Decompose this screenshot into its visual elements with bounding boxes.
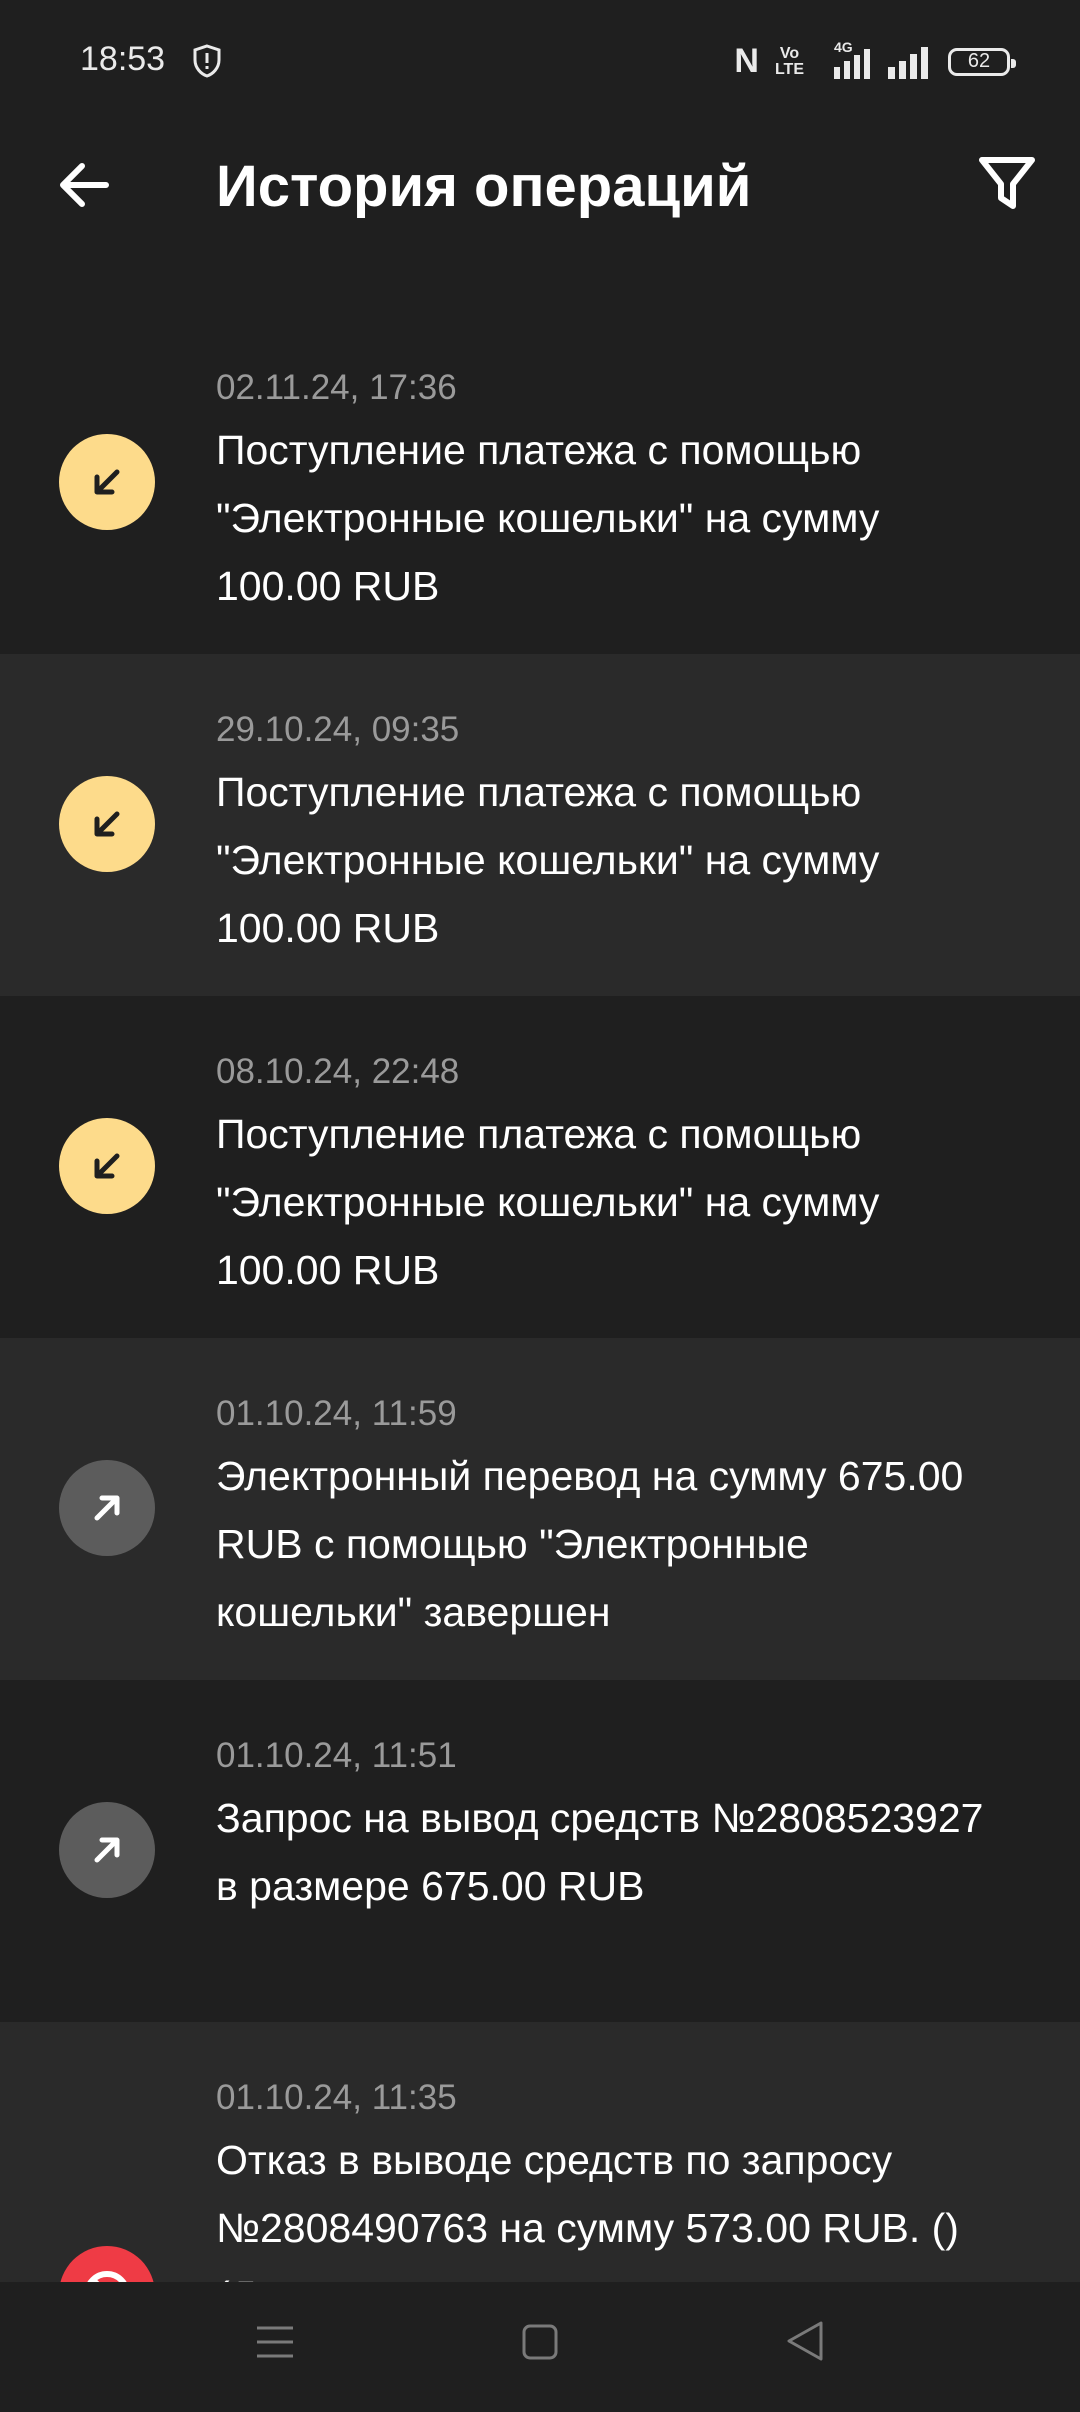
system-nav-bar [0, 2282, 1080, 2412]
signal-icon [888, 46, 928, 79]
operation-description: Электронный перевод на сумму 675.00 RUB … [216, 1453, 964, 1635]
incoming-arrow-icon [59, 434, 155, 530]
page-title: История операций [216, 154, 752, 219]
operation-row[interactable]: 08.10.24, 22:48 Поступление платежа с по… [0, 996, 1080, 1338]
battery-level: 62 [967, 50, 991, 72]
signal-4g-icon: 4G [820, 39, 870, 79]
operation-date: 08.10.24, 22:48 [216, 1052, 460, 1091]
recent-apps-icon[interactable] [255, 2322, 295, 2362]
volte-icon: Vo LTE [774, 44, 804, 78]
operation-row[interactable]: 01.10.24, 11:35 Отказ в выводе средств п… [0, 2022, 1080, 2282]
operation-row[interactable]: 29.10.24, 09:35 Поступление платежа с по… [0, 654, 1080, 996]
rejected-icon [59, 2246, 155, 2282]
shield-icon [193, 44, 221, 78]
operation-date: 29.10.24, 09:35 [216, 710, 460, 749]
operation-description: Отказ в выводе средств по запросу №28084… [216, 2137, 959, 2282]
operation-date: 01.10.24, 11:59 [216, 1394, 457, 1433]
status-bar: 18:53 N Vo LTE 4G 62 [0, 0, 1080, 125]
nfc-icon: N [734, 42, 759, 80]
operation-date: 01.10.24, 11:35 [216, 2078, 457, 2117]
operation-row[interactable]: 02.11.24, 17:36 Поступление платежа с по… [0, 312, 1080, 654]
home-icon[interactable] [522, 2324, 558, 2360]
operation-date: 01.10.24, 11:51 [216, 1736, 457, 1775]
battery-icon: 62 [948, 47, 1016, 76]
operation-description: Поступление платежа с помощью "Электронн… [216, 769, 880, 951]
outgoing-arrow-icon [59, 1460, 155, 1556]
outgoing-arrow-icon [59, 1802, 155, 1898]
status-time: 18:53 [80, 40, 166, 78]
operation-date: 02.11.24, 17:36 [216, 368, 457, 407]
nav-back-icon[interactable] [785, 2320, 825, 2362]
back-arrow-icon[interactable] [52, 153, 116, 217]
operations-list: 02.11.24, 17:36 Поступление платежа с по… [0, 312, 1080, 2282]
operation-description: Запрос на вывод средств №2808523927 в ра… [216, 1795, 984, 1909]
operation-description: Поступление платежа с помощью "Электронн… [216, 1111, 880, 1293]
filter-icon[interactable] [974, 150, 1040, 216]
incoming-arrow-icon [59, 776, 155, 872]
app-bar: История операций [0, 125, 1080, 235]
incoming-arrow-icon [59, 1118, 155, 1214]
operation-row[interactable]: 01.10.24, 11:59 Электронный перевод на с… [0, 1338, 1080, 1680]
operation-row[interactable]: 01.10.24, 11:51 Запрос на вывод средств … [0, 1680, 1080, 2022]
operation-description: Поступление платежа с помощью "Электронн… [216, 427, 880, 609]
